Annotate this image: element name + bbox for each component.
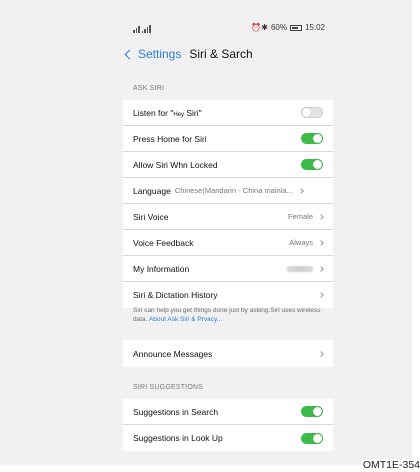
language-row[interactable]: Language Chinese(Mandarin - China mainla… [123, 178, 333, 204]
announce-messages-row[interactable]: Announce Messages [123, 340, 333, 367]
battery-percent: 60% [270, 23, 287, 32]
voice-feedback-value: Always [289, 238, 313, 247]
chevron-right-icon [318, 213, 324, 220]
row-label: Suggestions in Look Up [133, 433, 223, 443]
row-label: Voice Feedback [133, 237, 194, 248]
dictation-history-row[interactable]: Siri & Dictation History [123, 282, 333, 308]
status-bar: ⏰✱ 60% 15:02 [123, 21, 333, 37]
siri-voice-value: Female [287, 212, 313, 221]
section-header-ask-siri: ASK SIRI [133, 85, 165, 92]
listen-hey-siri-toggle[interactable] [301, 107, 323, 118]
privacy-link[interactable]: About Ask Siri & Prvacy... [149, 316, 222, 323]
row-label: Announce Messages [133, 348, 213, 359]
redacted-value [287, 265, 313, 272]
figure-code: OMT1E-354 [360, 459, 420, 471]
chevron-left-icon [124, 49, 135, 59]
language-value: Chinese(Mandarin - China mainla... [174, 186, 293, 195]
page-title: Siri & Sarch [189, 47, 253, 61]
nav-bar: Settings Siri & Sarch [123, 44, 333, 64]
back-label: Settings [138, 47, 182, 61]
row-label: Listen for "Hey Siri" [133, 107, 202, 118]
chevron-right-icon [318, 292, 324, 298]
section-header-suggestions: SIRI SUGGESTIONS [133, 384, 204, 391]
my-information-row[interactable]: My Information [123, 256, 333, 282]
signal-icons [133, 21, 151, 33]
suggestions-lookup-row[interactable]: Suggestions in Look Up [123, 425, 333, 451]
row-label: Press Home for Siri [133, 133, 207, 144]
alarm-bluetooth-icon: ⏰✱ [251, 23, 268, 32]
voice-feedback-row[interactable]: Voice Feedback Always [123, 230, 333, 256]
battery-icon [289, 24, 302, 31]
allow-locked-toggle[interactable] [301, 159, 323, 170]
status-right: ⏰✱ 60% 15:02 [251, 23, 325, 32]
chevron-right-icon [318, 265, 324, 272]
row-label: My Information [133, 263, 190, 274]
press-home-row[interactable]: Press Home for Siri [123, 126, 333, 152]
chevron-right-icon [297, 187, 304, 194]
row-label: Language [133, 185, 171, 196]
page-background: ⏰✱ 60% 15:02 Settings Siri & Sarch ASK S… [0, 0, 412, 465]
back-button[interactable]: Settings [123, 47, 181, 61]
suggestions-search-toggle[interactable] [301, 406, 323, 417]
chevron-right-icon [318, 239, 324, 246]
siri-footnote: Siri can help you get things done just b… [133, 307, 321, 323]
press-home-toggle[interactable] [301, 133, 323, 144]
clock: 15:02 [304, 23, 325, 32]
suggestions-group: Suggestions in Search Suggestions in Loo… [123, 399, 333, 451]
signal-icon-2 [141, 25, 151, 33]
ask-siri-group: Listen for "Hey Siri" Press Home for Sir… [123, 100, 333, 308]
suggestions-lookup-toggle[interactable] [301, 432, 323, 444]
row-label: Allow Siri Whn Locked [133, 159, 218, 170]
phone-screen: ⏰✱ 60% 15:02 Settings Siri & Sarch ASK S… [123, 17, 333, 457]
row-label: Siri Voice [133, 211, 169, 222]
row-label: Suggestions in Search [133, 406, 219, 417]
signal-icon [133, 26, 140, 33]
announce-group: Announce Messages [123, 340, 333, 367]
listen-hey-siri-row[interactable]: Listen for "Hey Siri" [123, 100, 333, 126]
siri-voice-row[interactable]: Siri Voice Female [123, 204, 333, 230]
row-label: Siri & Dictation History [133, 290, 218, 300]
allow-locked-row[interactable]: Allow Siri Whn Locked [123, 152, 333, 178]
suggestions-search-row[interactable]: Suggestions in Search [123, 399, 333, 425]
chevron-right-icon [318, 350, 324, 357]
